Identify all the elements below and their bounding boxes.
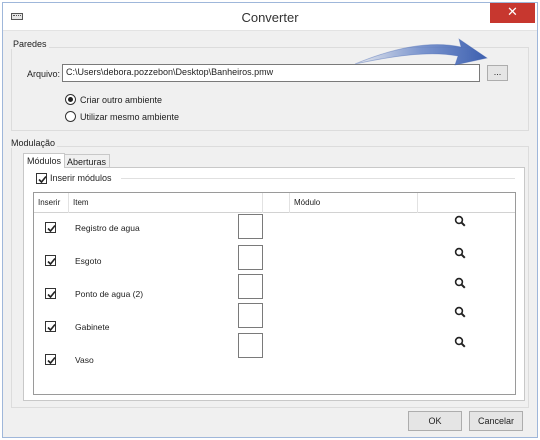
- radio-utilizar-label: Utilizar mesmo ambiente: [80, 112, 180, 122]
- search-icon[interactable]: [454, 247, 466, 259]
- arquivo-label: Arquivo:: [27, 69, 61, 79]
- col-blank: [263, 193, 290, 213]
- tab-modulos[interactable]: Módulos: [23, 153, 66, 168]
- title-bar[interactable]: Converter ✕: [3, 3, 537, 31]
- col-inserir: Inserir: [34, 193, 69, 213]
- table-row: Gabinete: [34, 303, 515, 342]
- row-item: Gabinete: [75, 322, 110, 332]
- modulo-slot[interactable]: [238, 214, 263, 239]
- row-item: Esgoto: [75, 256, 102, 266]
- modulo-slot[interactable]: [238, 333, 263, 358]
- col-item: Item: [69, 193, 263, 213]
- arquivo-field[interactable]: C:\Users\debora.pozzebon\Desktop\Banheir…: [62, 64, 480, 82]
- search-icon[interactable]: [454, 215, 466, 227]
- converter-window: Converter ✕ Paredes Arquivo: C:\Users\de…: [2, 2, 538, 438]
- cancel-button[interactable]: Cancelar: [469, 411, 523, 431]
- radio-criar-outro-ambiente[interactable]: [65, 94, 76, 105]
- row-checkbox[interactable]: [45, 321, 56, 332]
- col-search: [418, 193, 517, 213]
- table-row: Esgoto: [34, 245, 515, 276]
- row-item: Vaso: [75, 355, 94, 365]
- search-icon[interactable]: [454, 336, 466, 348]
- close-button[interactable]: ✕: [490, 3, 535, 23]
- inserir-modulos-divider: [121, 178, 515, 179]
- paredes-group-title: Paredes: [11, 39, 49, 49]
- tab-aberturas[interactable]: Aberturas: [63, 154, 111, 168]
- radio-criar-label: Criar outro ambiente: [80, 95, 163, 105]
- search-icon[interactable]: [454, 306, 466, 318]
- check-icon: [47, 323, 56, 332]
- col-modulo: Módulo: [290, 193, 418, 213]
- radio-utilizar-mesmo-ambiente[interactable]: [65, 111, 76, 122]
- modulacao-group-title: Modulação: [9, 138, 58, 148]
- table-row: Registro de agua: [34, 212, 515, 243]
- row-checkbox[interactable]: [45, 354, 56, 365]
- inserir-modulos-label: Inserir módulos: [50, 173, 112, 183]
- modulos-grid: Inserir Item Módulo Registro de agua Esg…: [33, 192, 516, 395]
- modulo-slot[interactable]: [238, 303, 263, 328]
- check-icon: [47, 224, 56, 233]
- modulo-slot[interactable]: [238, 274, 263, 299]
- check-icon: [47, 290, 56, 299]
- window-title: Converter: [241, 10, 299, 25]
- row-checkbox[interactable]: [45, 222, 56, 233]
- check-icon: [47, 257, 56, 266]
- table-row: Vaso: [34, 333, 515, 375]
- modulo-slot[interactable]: [238, 245, 263, 270]
- browse-button[interactable]: ...: [487, 65, 508, 81]
- row-item: Ponto de agua (2): [75, 289, 144, 299]
- check-icon: [38, 175, 47, 184]
- inserir-modulos-checkbox[interactable]: [36, 173, 47, 184]
- ok-button[interactable]: OK: [408, 411, 462, 431]
- grid-header: Inserir Item Módulo: [34, 193, 515, 213]
- check-icon: [47, 356, 56, 365]
- row-item: Registro de agua: [75, 223, 140, 233]
- row-checkbox[interactable]: [45, 288, 56, 299]
- search-icon[interactable]: [454, 277, 466, 289]
- row-checkbox[interactable]: [45, 255, 56, 266]
- table-row: Ponto de agua (2): [34, 274, 515, 309]
